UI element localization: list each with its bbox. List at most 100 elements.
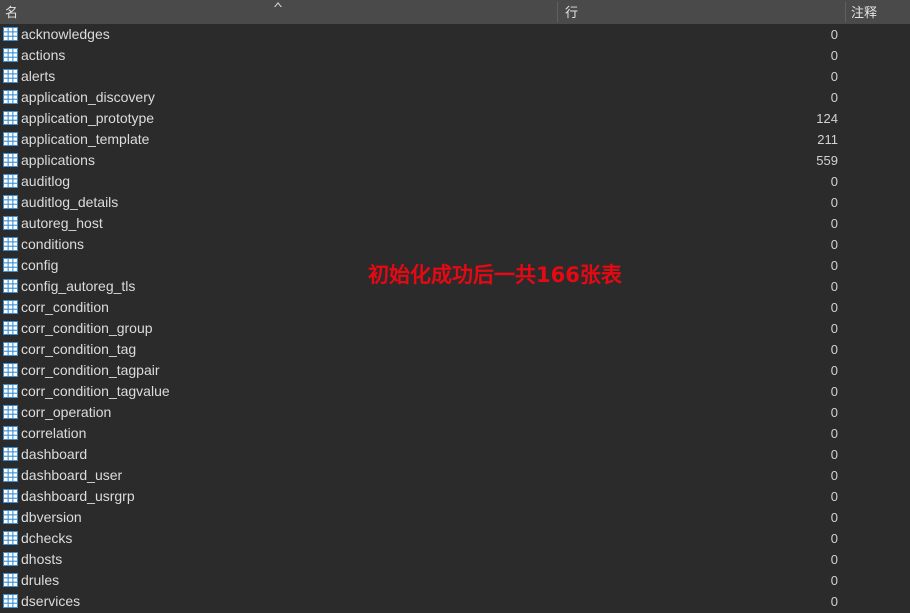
table-icon (3, 90, 18, 104)
table-row[interactable]: dashboard 0 (0, 444, 910, 465)
table-name-cell: dashboard (21, 446, 88, 462)
table-name-cell: autoreg_host (21, 215, 103, 231)
table-icon (3, 153, 18, 167)
table-row[interactable]: corr_operation 0 (0, 402, 910, 423)
table-row[interactable]: correlation 0 (0, 423, 910, 444)
table-row[interactable]: dashboard_usrgrp 0 (0, 486, 910, 507)
table-name-cell: application_prototype (21, 110, 155, 126)
table-icon (3, 552, 18, 566)
table-name-cell: dbversion (21, 509, 82, 525)
table-row[interactable]: dchecks 0 (0, 528, 910, 549)
table-row[interactable]: auditlog 0 (0, 171, 910, 192)
table-row[interactable]: application_discovery 0 (0, 87, 910, 108)
column-header-rows[interactable]: 行 (565, 0, 578, 24)
table-rows-cell: 0 (830, 48, 838, 63)
table-name-cell: auditlog_details (21, 194, 119, 210)
table-name-cell: auditlog (21, 173, 71, 189)
table-row[interactable]: drules 0 (0, 570, 910, 591)
table-name-cell: acknowledges (21, 26, 110, 42)
table-icon (3, 69, 18, 83)
table-row[interactable]: dbversion 0 (0, 507, 910, 528)
table-name-cell: application_discovery (21, 89, 155, 105)
table-rows-cell: 0 (830, 447, 838, 462)
header-divider-2[interactable] (845, 2, 846, 22)
table-icon (3, 489, 18, 503)
table-icon (3, 279, 18, 293)
table-row[interactable]: actions 0 (0, 45, 910, 66)
table-icon (3, 132, 18, 146)
table-name-cell: applications (21, 152, 95, 168)
table-icon (3, 573, 18, 587)
table-icon (3, 363, 18, 377)
table-name-cell: drules (21, 572, 60, 588)
table-rows-cell: 0 (830, 90, 838, 105)
table-icon (3, 111, 18, 125)
table-icon (3, 195, 18, 209)
table-rows-cell: 0 (830, 27, 838, 42)
table-name-cell: corr_condition_tagpair (21, 362, 160, 378)
table-name-cell: dhosts (21, 551, 63, 567)
table-row[interactable]: corr_condition_tagvalue 0 (0, 381, 910, 402)
table-icon (3, 174, 18, 188)
table-name-cell: conditions (21, 236, 85, 252)
table-icon (3, 237, 18, 251)
table-row[interactable]: corr_condition 0 (0, 297, 910, 318)
column-header-comment[interactable]: 注释 (851, 0, 877, 24)
table-rows-cell: 0 (830, 216, 838, 231)
table-rows-cell: 0 (830, 510, 838, 525)
table-row[interactable]: dservices 0 (0, 591, 910, 612)
table-rows-cell: 124 (816, 111, 838, 126)
table-rows-cell: 0 (830, 342, 838, 357)
table-icon (3, 426, 18, 440)
table-row[interactable]: corr_condition_tag 0 (0, 339, 910, 360)
table-name-cell: corr_condition_group (21, 320, 153, 336)
table-name-cell: dashboard_user (21, 467, 123, 483)
table-rows-cell: 0 (830, 321, 838, 336)
table-name-cell: corr_operation (21, 404, 112, 420)
table-name-cell: config (21, 257, 59, 273)
table-row[interactable]: application_template 211 (0, 129, 910, 150)
table-row[interactable]: corr_condition_group 0 (0, 318, 910, 339)
table-rows-cell: 0 (830, 69, 838, 84)
table-icon (3, 48, 18, 62)
table-name-cell: dchecks (21, 530, 73, 546)
table-rows-cell: 0 (830, 300, 838, 315)
table-name-cell: corr_condition_tag (21, 341, 137, 357)
table-icon (3, 468, 18, 482)
table-name-cell: alerts (21, 68, 56, 84)
table-row[interactable]: autoreg_host 0 (0, 213, 910, 234)
table-rows-cell: 211 (817, 132, 838, 147)
table-icon (3, 594, 18, 608)
table-row[interactable]: dashboard_user 0 (0, 465, 910, 486)
table-icon (3, 531, 18, 545)
table-rows-cell: 0 (830, 195, 838, 210)
table-name-cell: dservices (21, 593, 81, 609)
table-row[interactable]: conditions 0 (0, 234, 910, 255)
table-row[interactable]: auditlog_details 0 (0, 192, 910, 213)
table-rows-cell: 0 (830, 531, 838, 546)
table-rows-cell: 0 (830, 405, 838, 420)
table-row[interactable]: acknowledges 0 (0, 24, 910, 45)
table-icon (3, 216, 18, 230)
table-row[interactable]: application_prototype 124 (0, 108, 910, 129)
table-icon (3, 447, 18, 461)
table-list[interactable]: acknowledges 0 actions 0 alerts 0 application_… (0, 24, 910, 613)
table-name-cell: config_autoreg_tls (21, 278, 136, 294)
table-rows-cell: 0 (830, 468, 838, 483)
table-row[interactable]: dhosts 0 (0, 549, 910, 570)
table-name-cell: correlation (21, 425, 87, 441)
table-name-cell: corr_condition_tagvalue (21, 383, 170, 399)
table-row[interactable]: applications 559 (0, 150, 910, 171)
table-icon (3, 405, 18, 419)
header-divider-1[interactable] (557, 2, 558, 22)
table-rows-cell: 0 (830, 594, 838, 609)
column-header-name[interactable]: 名 (5, 0, 18, 24)
table-row[interactable]: corr_condition_tagpair 0 (0, 360, 910, 381)
table-rows-cell: 0 (830, 573, 838, 588)
table-rows-cell: 0 (830, 237, 838, 252)
table-icon (3, 258, 18, 272)
caret-up-icon[interactable] (272, 1, 284, 9)
table-rows-cell: 0 (830, 552, 838, 567)
table-row[interactable]: alerts 0 (0, 66, 910, 87)
table-rows-cell: 559 (816, 153, 838, 168)
